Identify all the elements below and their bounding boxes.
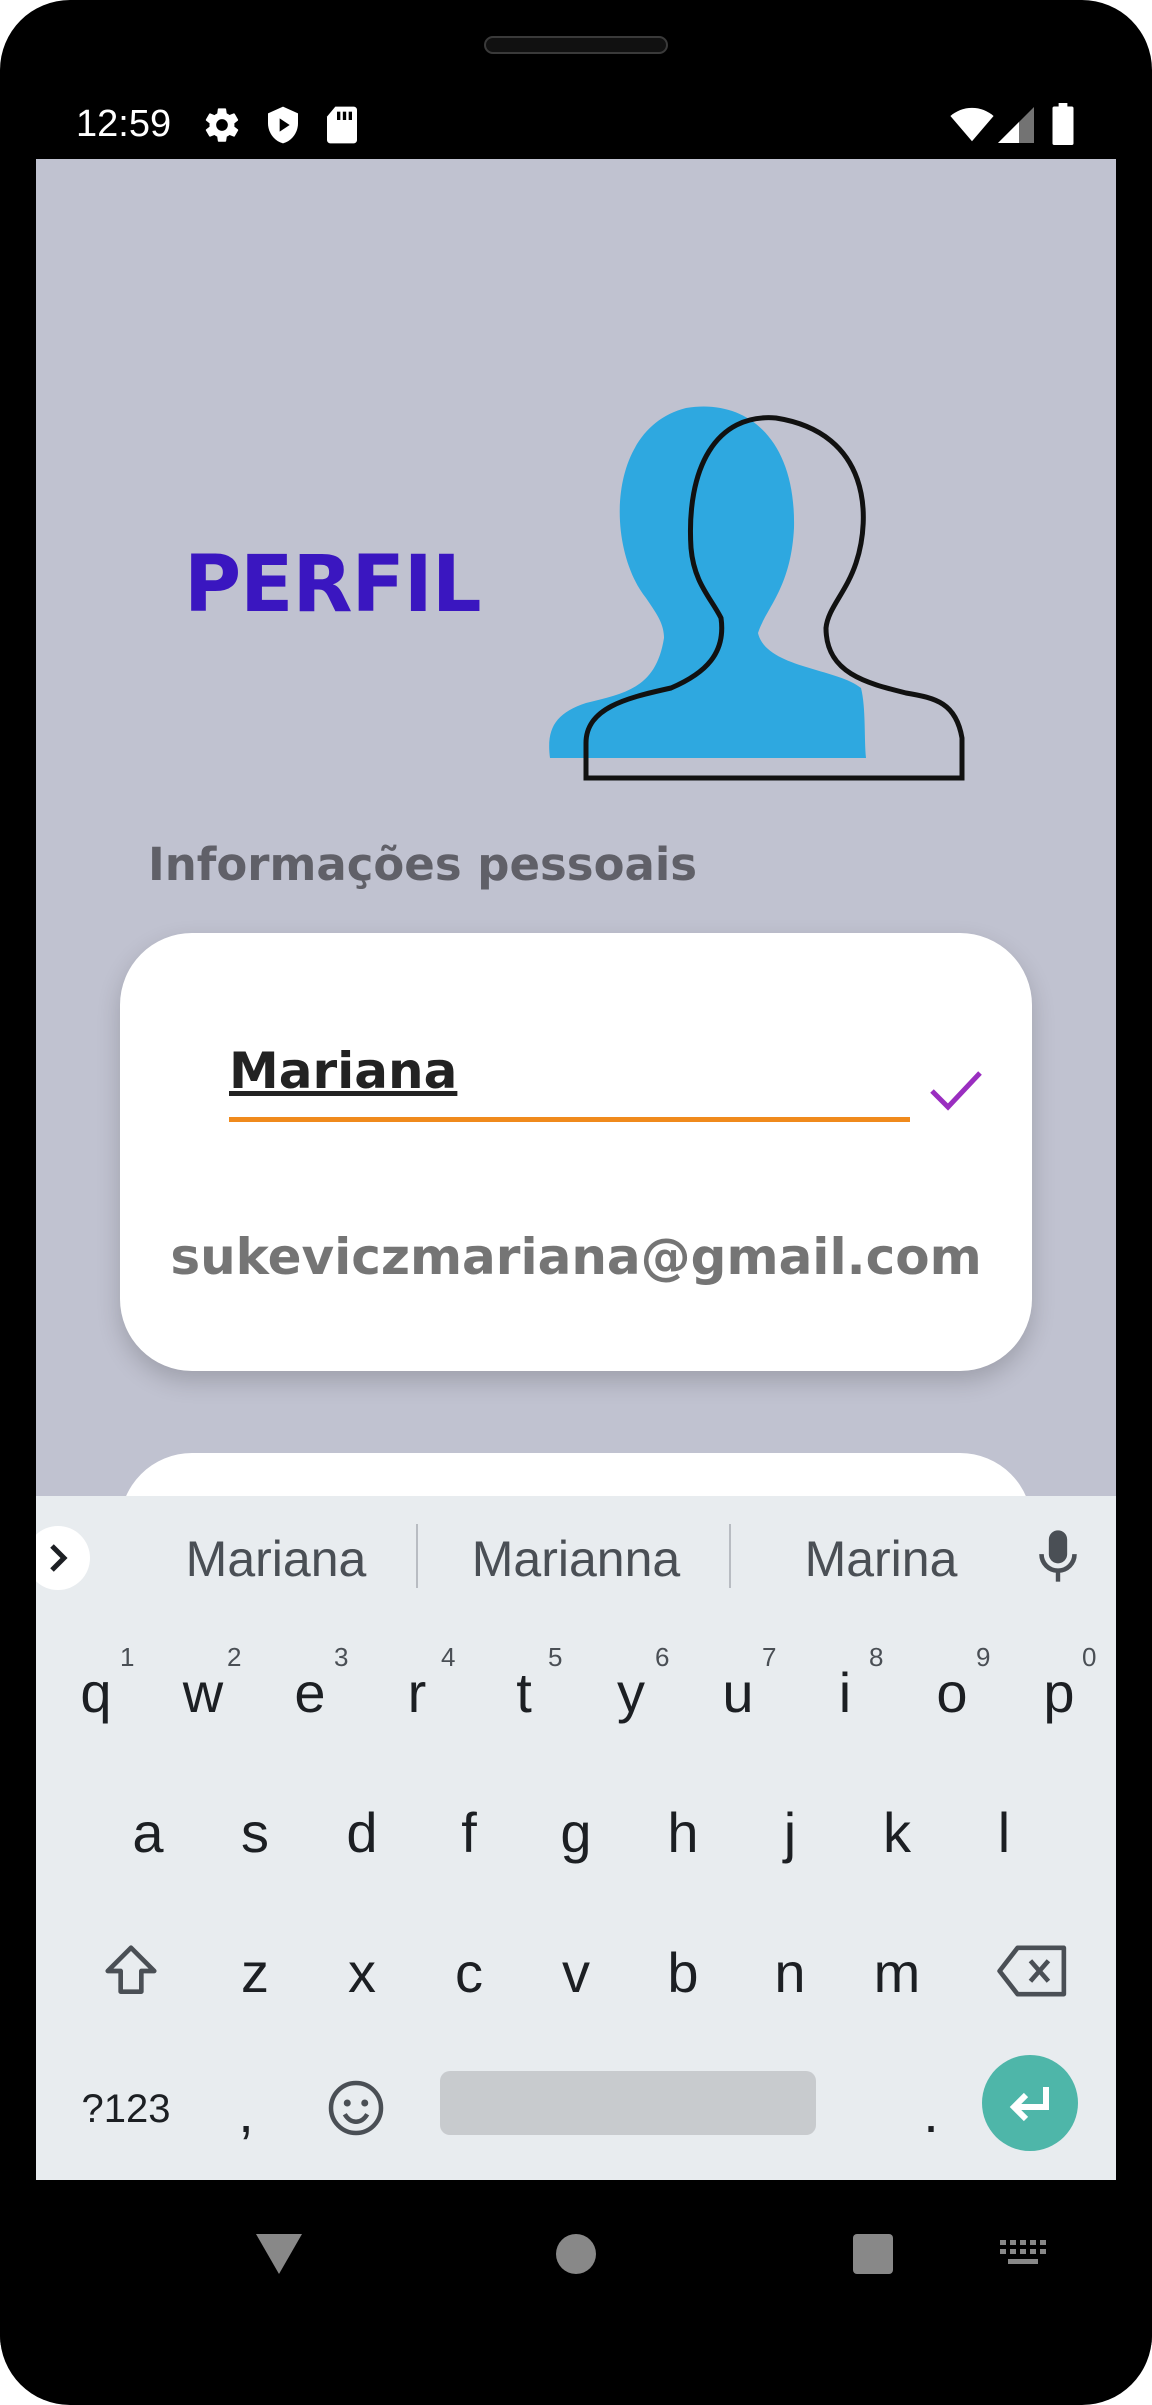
wifi-icon bbox=[950, 107, 994, 148]
status-bar: 12:59 bbox=[36, 93, 1116, 159]
key-v[interactable]: v bbox=[526, 1918, 626, 2028]
enter-key[interactable] bbox=[982, 2055, 1078, 2151]
home-icon[interactable] bbox=[556, 2234, 596, 2279]
shield-play-icon bbox=[263, 105, 303, 150]
key-z[interactable]: z bbox=[205, 1918, 305, 2028]
key-hint: 5 bbox=[548, 1642, 563, 1672]
key-s[interactable]: s bbox=[205, 1778, 305, 1888]
back-icon[interactable] bbox=[256, 2234, 302, 2279]
key-hint: 7 bbox=[762, 1642, 777, 1672]
profile-avatar-icon bbox=[546, 398, 976, 803]
expand-suggestions-button[interactable] bbox=[36, 1526, 90, 1590]
key-hint: 1 bbox=[120, 1642, 135, 1672]
key-hint: 9 bbox=[976, 1642, 991, 1672]
page-title: PERFIL bbox=[184, 540, 482, 630]
suggestion-divider bbox=[729, 1524, 731, 1588]
name-input[interactable] bbox=[229, 1033, 909, 1108]
space-bar[interactable] bbox=[440, 2071, 816, 2135]
key-h[interactable]: h bbox=[633, 1778, 733, 1888]
key-x[interactable]: x bbox=[312, 1918, 412, 2028]
key-m[interactable]: m bbox=[847, 1918, 947, 2028]
key-b[interactable]: b bbox=[633, 1918, 733, 2028]
key-k[interactable]: k bbox=[847, 1778, 947, 1888]
name-field-underline bbox=[229, 1117, 910, 1122]
keyboard-switch-icon[interactable] bbox=[1000, 2240, 1046, 2273]
key-j[interactable]: j bbox=[740, 1778, 840, 1888]
comma-key[interactable]: , bbox=[196, 2058, 296, 2168]
key-hint: 6 bbox=[655, 1642, 670, 1672]
key-a[interactable]: a bbox=[98, 1778, 198, 1888]
key-l[interactable]: l bbox=[954, 1778, 1054, 1888]
recents-icon[interactable] bbox=[853, 2234, 893, 2279]
signal-icon bbox=[998, 107, 1034, 148]
shift-key[interactable] bbox=[76, 1916, 186, 2026]
key-d[interactable]: d bbox=[312, 1778, 412, 1888]
sd-card-icon bbox=[324, 105, 360, 150]
key-g[interactable]: g bbox=[526, 1778, 626, 1888]
personal-info-card bbox=[120, 933, 1032, 1371]
screen: 12:59 PERFIL Informações pessoais Marian… bbox=[36, 93, 1116, 2180]
key-f[interactable]: f bbox=[419, 1778, 519, 1888]
backspace-key[interactable] bbox=[978, 1916, 1088, 2026]
suggestion-3[interactable]: Marina bbox=[736, 1530, 1026, 1588]
phone-frame: 12:59 PERFIL Informações pessoais Marian… bbox=[0, 0, 1152, 2405]
key-hint: 3 bbox=[334, 1642, 349, 1672]
navigation-bar bbox=[0, 2180, 1152, 2345]
battery-icon bbox=[1052, 103, 1074, 150]
symbols-key[interactable]: ?123 bbox=[56, 2054, 196, 2164]
status-time: 12:59 bbox=[76, 103, 172, 145]
section-label: Informações pessoais bbox=[148, 838, 698, 891]
suggestion-divider bbox=[416, 1524, 418, 1588]
suggestion-2[interactable]: Marianna bbox=[426, 1530, 726, 1588]
key-c[interactable]: c bbox=[419, 1918, 519, 2028]
key-n[interactable]: n bbox=[740, 1918, 840, 2028]
speaker-grille bbox=[484, 36, 668, 54]
gear-icon bbox=[202, 105, 242, 150]
key-hint: 0 bbox=[1082, 1642, 1097, 1672]
key-hint: 4 bbox=[441, 1642, 456, 1672]
emoji-key[interactable] bbox=[306, 2054, 406, 2164]
period-key[interactable]: . bbox=[881, 2058, 981, 2168]
key-hint: 2 bbox=[227, 1642, 242, 1672]
suggestion-1[interactable]: Mariana bbox=[136, 1530, 416, 1588]
email-text: sukeviczmariana@gmail.com bbox=[170, 1228, 982, 1286]
key-hint: 8 bbox=[869, 1642, 884, 1672]
suggestion-bar: Mariana Marianna Marina bbox=[36, 1496, 1116, 1616]
microphone-icon[interactable] bbox=[1036, 1526, 1080, 1591]
check-icon[interactable] bbox=[926, 1061, 986, 1126]
